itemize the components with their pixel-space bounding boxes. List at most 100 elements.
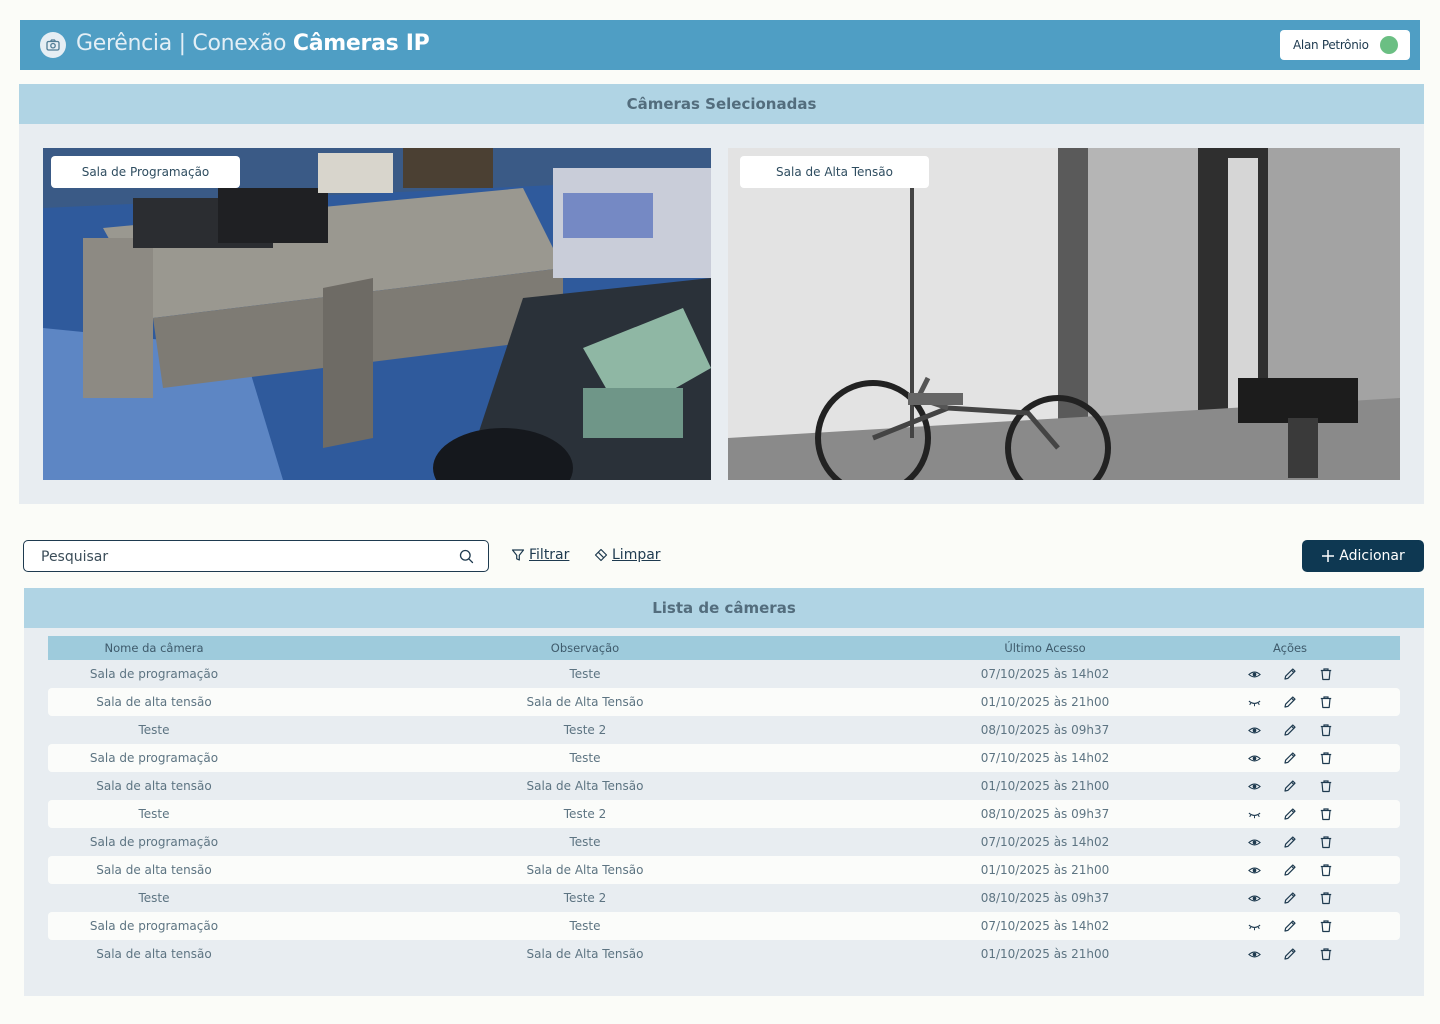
column-header-note[interactable]: Observação xyxy=(260,636,910,660)
camera-note-cell: Teste 2 xyxy=(563,723,607,737)
eraser-icon xyxy=(594,548,608,562)
camera-note-cell: Teste xyxy=(260,912,910,940)
camera-actions-cell xyxy=(1180,856,1400,884)
trash-icon[interactable] xyxy=(1317,665,1335,683)
camera-name-cell: Sala de alta tensão xyxy=(96,779,212,793)
eye-icon[interactable] xyxy=(1245,833,1263,851)
clear-button[interactable]: Limpar xyxy=(594,547,661,563)
user-menu[interactable]: Alan Petrônio xyxy=(1280,30,1410,60)
camera-name-cell: Teste xyxy=(48,800,260,828)
pencil-icon[interactable] xyxy=(1281,889,1299,907)
pencil-icon[interactable] xyxy=(1281,749,1299,767)
table-header-row: Nome da câmera Observação Último Acesso … xyxy=(48,636,1400,660)
table-row: Sala de alta tensão Sala de Alta Tensão 01… xyxy=(48,772,1400,800)
camera-actions-cell xyxy=(1180,800,1400,828)
pencil-icon[interactable] xyxy=(1281,665,1299,683)
eye-icon[interactable] xyxy=(1245,749,1263,767)
table-row: Teste Teste 2 08/10/2025 às 09h37 xyxy=(48,884,1400,912)
table-row: Sala de alta tensão Sala de Alta Tensão 01… xyxy=(48,856,1400,884)
eye-closed-icon[interactable] xyxy=(1245,917,1263,935)
column-header-last-access[interactable]: Último Acesso xyxy=(910,636,1180,660)
table-row: Sala de alta tensão Sala de Alta Tensão 01… xyxy=(48,688,1400,716)
filter-icon xyxy=(511,549,525,561)
camera-name-cell: Sala de programação xyxy=(48,744,260,772)
trash-icon[interactable] xyxy=(1317,945,1335,963)
eye-icon[interactable] xyxy=(1245,889,1263,907)
camera-last-access-cell: 01/10/2025 às 21h00 xyxy=(980,947,1110,961)
camera-last-access-cell: 07/10/2025 às 14h02 xyxy=(910,744,1180,772)
camera-feed-image xyxy=(728,148,1400,480)
eye-closed-icon[interactable] xyxy=(1245,693,1263,711)
camera-actions-cell xyxy=(1180,744,1400,772)
camera-name-cell: Sala de alta tensão xyxy=(48,688,260,716)
table-row: Teste Teste 2 08/10/2025 às 09h37 xyxy=(48,716,1400,744)
search-field[interactable] xyxy=(23,540,489,572)
camera-last-access-cell: 01/10/2025 às 21h00 xyxy=(910,688,1180,716)
camera-note-cell: Teste xyxy=(260,744,910,772)
trash-icon[interactable] xyxy=(1317,917,1335,935)
pencil-icon[interactable] xyxy=(1281,917,1299,935)
camera-note-cell: Teste xyxy=(569,667,601,681)
pencil-icon[interactable] xyxy=(1281,777,1299,795)
camera-note-cell: Teste xyxy=(569,835,601,849)
camera-note-cell: Teste 2 xyxy=(260,800,910,828)
search-icon[interactable] xyxy=(459,549,474,568)
trash-icon[interactable] xyxy=(1317,805,1335,823)
camera-name-cell: Sala de alta tensão xyxy=(96,947,212,961)
camera-name-cell: Sala de programação xyxy=(89,667,219,681)
camera-actions-cell xyxy=(1180,688,1400,716)
eye-closed-icon[interactable] xyxy=(1245,805,1263,823)
camera-actions-cell xyxy=(1180,660,1400,688)
table-row: Teste Teste 2 08/10/2025 às 09h37 xyxy=(48,800,1400,828)
online-status-indicator xyxy=(1380,36,1398,54)
trash-icon[interactable] xyxy=(1317,693,1335,711)
trash-icon[interactable] xyxy=(1317,777,1335,795)
trash-icon[interactable] xyxy=(1317,833,1335,851)
camera-name-cell: Sala de programação xyxy=(48,912,260,940)
trash-icon[interactable] xyxy=(1317,749,1335,767)
camera-label: Sala de Programação xyxy=(51,156,240,188)
camera-last-access-cell: 01/10/2025 às 21h00 xyxy=(910,856,1180,884)
add-camera-button[interactable]: Adicionar xyxy=(1302,540,1424,572)
add-camera-label: Adicionar xyxy=(1339,548,1405,564)
camera-label: Sala de Alta Tensão xyxy=(740,156,929,188)
camera-note-cell: Sala de Alta Tensão xyxy=(260,856,910,884)
eye-icon[interactable] xyxy=(1245,861,1263,879)
pencil-icon[interactable] xyxy=(1281,805,1299,823)
camera-actions-cell xyxy=(1180,940,1400,968)
page-title: Gerência | Conexão Câmeras IP xyxy=(76,31,430,56)
filter-label: Filtrar xyxy=(529,547,570,563)
camera-actions-cell xyxy=(1180,772,1400,800)
column-header-actions: Ações xyxy=(1272,641,1308,655)
trash-icon[interactable] xyxy=(1317,861,1335,879)
camera-name-cell: Sala de programação xyxy=(89,835,219,849)
trash-icon[interactable] xyxy=(1317,721,1335,739)
camera-actions-cell xyxy=(1180,828,1400,856)
camera-feed-programacao[interactable]: Sala de Programação xyxy=(43,148,711,480)
camera-last-access-cell: 07/10/2025 às 14h02 xyxy=(910,912,1180,940)
camera-name-cell: Teste xyxy=(138,891,170,905)
user-name: Alan Petrônio xyxy=(1293,38,1369,52)
eye-icon[interactable] xyxy=(1245,665,1263,683)
eye-icon[interactable] xyxy=(1245,777,1263,795)
column-header-name[interactable]: Nome da câmera xyxy=(48,636,260,660)
camera-note-cell: Sala de Alta Tensão xyxy=(260,688,910,716)
trash-icon[interactable] xyxy=(1317,889,1335,907)
pencil-icon[interactable] xyxy=(1281,721,1299,739)
pencil-icon[interactable] xyxy=(1281,861,1299,879)
table-row: Sala de programação Teste 07/10/2025 às 14… xyxy=(48,912,1400,940)
pencil-icon[interactable] xyxy=(1281,693,1299,711)
selected-cameras-panel: Câmeras Selecionadas Sala de Programação xyxy=(19,84,1424,504)
camera-actions-cell xyxy=(1180,716,1400,744)
filter-button[interactable]: Filtrar xyxy=(511,547,569,563)
camera-last-access-cell: 07/10/2025 às 14h02 xyxy=(980,835,1110,849)
pencil-icon[interactable] xyxy=(1281,945,1299,963)
eye-icon[interactable] xyxy=(1245,721,1263,739)
pencil-icon[interactable] xyxy=(1281,833,1299,851)
camera-list-panel: Lista de câmeras Nome da câmera Observaç… xyxy=(24,588,1424,996)
camera-last-access-cell: 07/10/2025 às 14h02 xyxy=(980,667,1110,681)
eye-icon[interactable] xyxy=(1245,945,1263,963)
camera-table: Nome da câmera Observação Último Acesso … xyxy=(48,636,1400,968)
camera-feed-alta-tensao[interactable]: Sala de Alta Tensão xyxy=(728,148,1400,480)
search-input[interactable] xyxy=(41,547,451,567)
